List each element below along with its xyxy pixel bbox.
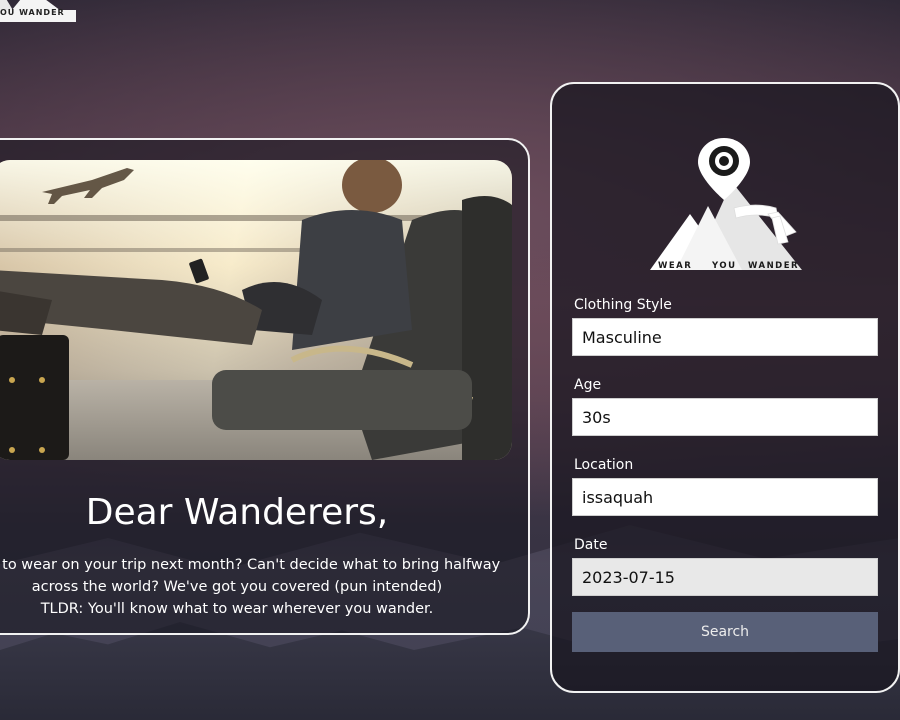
intro-title: Dear Wanderers, bbox=[85, 492, 389, 533]
intro-text: hat to wear on your trip next month? Can… bbox=[0, 554, 502, 620]
traveler-illustration bbox=[0, 160, 512, 460]
header-logo[interactable]: OU WANDER bbox=[0, 0, 80, 22]
intro-card: Dear Wanderers, hat to wear on your trip… bbox=[0, 138, 530, 635]
location-label: Location bbox=[574, 457, 634, 473]
wear-you-wander-logo: WEAR YOU WANDER bbox=[650, 138, 802, 271]
age-input[interactable] bbox=[572, 398, 878, 436]
age-label: Age bbox=[574, 377, 602, 393]
location-input[interactable] bbox=[572, 478, 878, 516]
intro-line-3: TLDR: You'll know what to wear wherever … bbox=[40, 601, 434, 617]
header-logo-text: OU WANDER bbox=[0, 8, 65, 17]
logo-word-you: YOU bbox=[711, 261, 736, 271]
outfit-search-form: Clothing Style Age Location Date Search bbox=[572, 296, 880, 652]
search-card: WEAR YOU WANDER Clothing Style Age Locat… bbox=[550, 82, 900, 693]
intro-line-2: across the world? We've got you covered … bbox=[31, 579, 443, 595]
logo-word-wear: WEAR bbox=[658, 261, 692, 271]
clothing-style-label: Clothing Style bbox=[574, 297, 672, 313]
hero-image bbox=[0, 160, 512, 460]
search-button[interactable]: Search bbox=[572, 612, 878, 652]
logo-word-wander: WANDER bbox=[748, 261, 799, 271]
date-label: Date bbox=[574, 537, 608, 553]
date-input[interactable] bbox=[572, 558, 878, 596]
intro-line-1: hat to wear on your trip next month? Can… bbox=[0, 557, 501, 573]
clothing-style-input[interactable] bbox=[572, 318, 878, 356]
